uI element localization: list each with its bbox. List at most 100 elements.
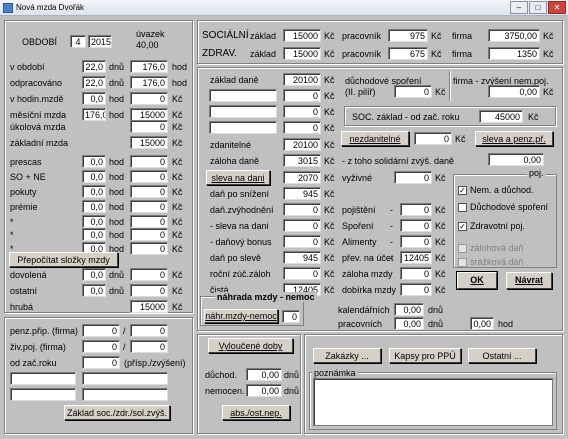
nahrada-field[interactable]: 0 [282, 310, 300, 323]
zakladni-field[interactable]: 15000 [130, 136, 168, 149]
dan-zvyhodneni-field[interactable]: 0 [283, 203, 321, 216]
component-row-0-field-2[interactable]: 0 [130, 155, 168, 168]
zdr-zaklad-field[interactable]: 15000 [283, 47, 321, 60]
blank-field-3[interactable] [10, 388, 76, 401]
period-row-3-field-1[interactable]: 176,0 [82, 108, 106, 121]
close-button[interactable]: ✕ [548, 1, 566, 14]
component-row-5-field-2[interactable]: 0 [130, 228, 168, 241]
poznamka-textarea[interactable] [313, 378, 553, 426]
chk-nem-checkbox[interactable]: ✓ [458, 186, 467, 196]
kal-field[interactable]: 0,00 [394, 303, 424, 316]
soc-zaklad-roku-field[interactable]: 45000 [479, 110, 523, 123]
absence-row-1-field-2[interactable]: 0 [130, 284, 168, 297]
soc-prac-field[interactable]: 975 [388, 29, 428, 42]
ukolova-field[interactable]: 0 [130, 120, 168, 133]
zaklad-button[interactable]: Základ soc./zdr./sol.zvýš. [64, 405, 170, 420]
sleva-field[interactable]: 2070 [283, 171, 321, 184]
kapsy-button[interactable]: Kapsy pro PPÚ [389, 348, 461, 363]
zaloha-dane-field[interactable]: 3015 [283, 154, 321, 167]
prepocitat-button[interactable]: Přepočítat složky mzdy [9, 252, 118, 267]
absence-row-1-field-1[interactable]: 0,0 [82, 284, 106, 297]
component-row-3-field-2[interactable]: 0 [130, 200, 168, 213]
sporeni-field[interactable]: 0 [400, 219, 432, 232]
dan-po-sleve-field[interactable]: 945 [283, 251, 321, 264]
odzac-field[interactable]: 0 [82, 356, 120, 369]
blank-3-field[interactable]: 0 [283, 121, 321, 134]
blank-1-left-field[interactable] [209, 89, 277, 102]
obdobi-year-field[interactable]: 2015 [88, 35, 112, 48]
zdr-prac-field[interactable]: 675 [388, 47, 428, 60]
absence-row-0-field-2[interactable]: 0 [130, 268, 168, 281]
component-row-2-field-2[interactable]: 0 [130, 185, 168, 198]
component-row-2-field-1[interactable]: 0,0 [82, 185, 106, 198]
component-row-5-field-1[interactable]: 0,0 [82, 228, 106, 241]
ok-button[interactable]: OK [456, 271, 498, 290]
component-row-4-field-2[interactable]: 0 [130, 215, 168, 228]
sleva-dani-field[interactable]: 0 [283, 219, 321, 232]
prev-na-ucet-field[interactable]: 12405 [400, 251, 432, 264]
alimenty-field[interactable]: 0 [400, 235, 432, 248]
component-row-1-field-1[interactable]: 0,0 [82, 170, 106, 183]
absence-row-0-field-1[interactable]: 0,0 [82, 268, 106, 281]
penz-field-2[interactable]: 0 [130, 324, 168, 337]
chk-duch-row[interactable]: Důchodové spoření [458, 201, 548, 213]
firma-zvys-field[interactable]: 0,00 [488, 85, 540, 98]
blank-field-4[interactable] [82, 388, 168, 401]
component-row-1-field-2[interactable]: 0 [130, 170, 168, 183]
duchod-field[interactable]: 0,00 [246, 368, 282, 381]
sleva-penz-button[interactable]: sleva a penz.př. [475, 131, 553, 146]
pojisteni-field[interactable]: 0 [400, 203, 432, 216]
period-row-1-field-2[interactable]: 176,0 [130, 76, 168, 89]
blank-field-1[interactable] [10, 372, 76, 385]
blank-2-field[interactable]: 0 [283, 105, 321, 118]
zdr-firma-field[interactable]: 1350 [488, 47, 540, 60]
navrat-button[interactable]: Návrat [506, 272, 552, 289]
minimize-button[interactable]: – [510, 1, 528, 14]
blank-field-2[interactable] [82, 372, 168, 385]
chk-zdr-checkbox[interactable]: ✓ [458, 222, 467, 232]
blank-1-field[interactable]: 0 [283, 89, 321, 102]
penz-field-1[interactable]: 0 [82, 324, 120, 337]
danovy-bonus-field[interactable]: 0 [283, 235, 321, 248]
dan-po-snizeni-field[interactable]: 945 [283, 187, 321, 200]
obdobi-month-field[interactable]: 4 [70, 35, 86, 48]
zaklad-dane-field[interactable]: 20100 [283, 73, 321, 86]
dobirka-mzdy-field[interactable]: 0 [400, 283, 432, 296]
rocni-zuc-field[interactable]: 0 [283, 267, 321, 280]
nemocen-field[interactable]: 0,00 [246, 384, 282, 397]
ziv-field-1[interactable]: 0 [82, 340, 120, 353]
soc-zaklad-field[interactable]: 15000 [283, 29, 321, 42]
period-row-2-field-1[interactable]: 0,0 [82, 92, 106, 105]
vyloucene-button[interactable]: Vyloučené doby [208, 338, 293, 353]
component-row-3-field-1[interactable]: 0,0 [82, 200, 106, 213]
maximize-button[interactable]: □ [529, 1, 547, 14]
sleva-na-dani-button[interactable]: sleva na dani [206, 170, 270, 185]
chk-duch-checkbox[interactable] [458, 203, 467, 213]
soc-firma-field[interactable]: 3750,00 [488, 29, 540, 42]
solidarni-field[interactable]: 0,00 [488, 153, 544, 166]
nahrada-button[interactable]: náhr.mzdy-nemoc [204, 309, 278, 323]
chk-zdr-row[interactable]: ✓ Zdravotní poj. [458, 220, 525, 232]
hruba-field[interactable]: 15000 [130, 300, 168, 313]
prac-field[interactable]: 0,00 [394, 317, 424, 330]
ostatni-button[interactable]: Ostatní ... [468, 348, 536, 363]
duchodove-field[interactable]: 0 [394, 85, 432, 98]
blank-2-left-field[interactable] [209, 105, 277, 118]
hod-field[interactable]: 0,00 [470, 317, 494, 330]
vyzivne-field[interactable]: 0 [394, 171, 432, 184]
zaloha-mzdy-field[interactable]: 0 [400, 267, 432, 280]
nezdanitelne-button[interactable]: nezdanitelné [341, 131, 409, 146]
blank-3-left-field[interactable] [209, 121, 277, 134]
chk-nem-row[interactable]: ✓ Nem. a důchod. [458, 184, 534, 196]
component-row-0-field-1[interactable]: 0,0 [82, 155, 106, 168]
component-row-6-field-2[interactable]: 0 [130, 242, 168, 255]
zakazky-button[interactable]: Zakázky ... [313, 348, 381, 363]
component-row-4-field-1[interactable]: 0,0 [82, 215, 106, 228]
period-row-1-field-1[interactable]: 22,0 [82, 76, 106, 89]
nezdanitelne-field[interactable]: 0 [414, 132, 452, 145]
zdanitelne-field[interactable]: 20100 [283, 138, 321, 151]
period-row-0-field-2[interactable]: 176,0 [130, 60, 168, 73]
period-row-2-field-2[interactable]: 0 [130, 92, 168, 105]
period-row-0-field-1[interactable]: 22,0 [82, 60, 106, 73]
ziv-field-2[interactable]: 0 [130, 340, 168, 353]
